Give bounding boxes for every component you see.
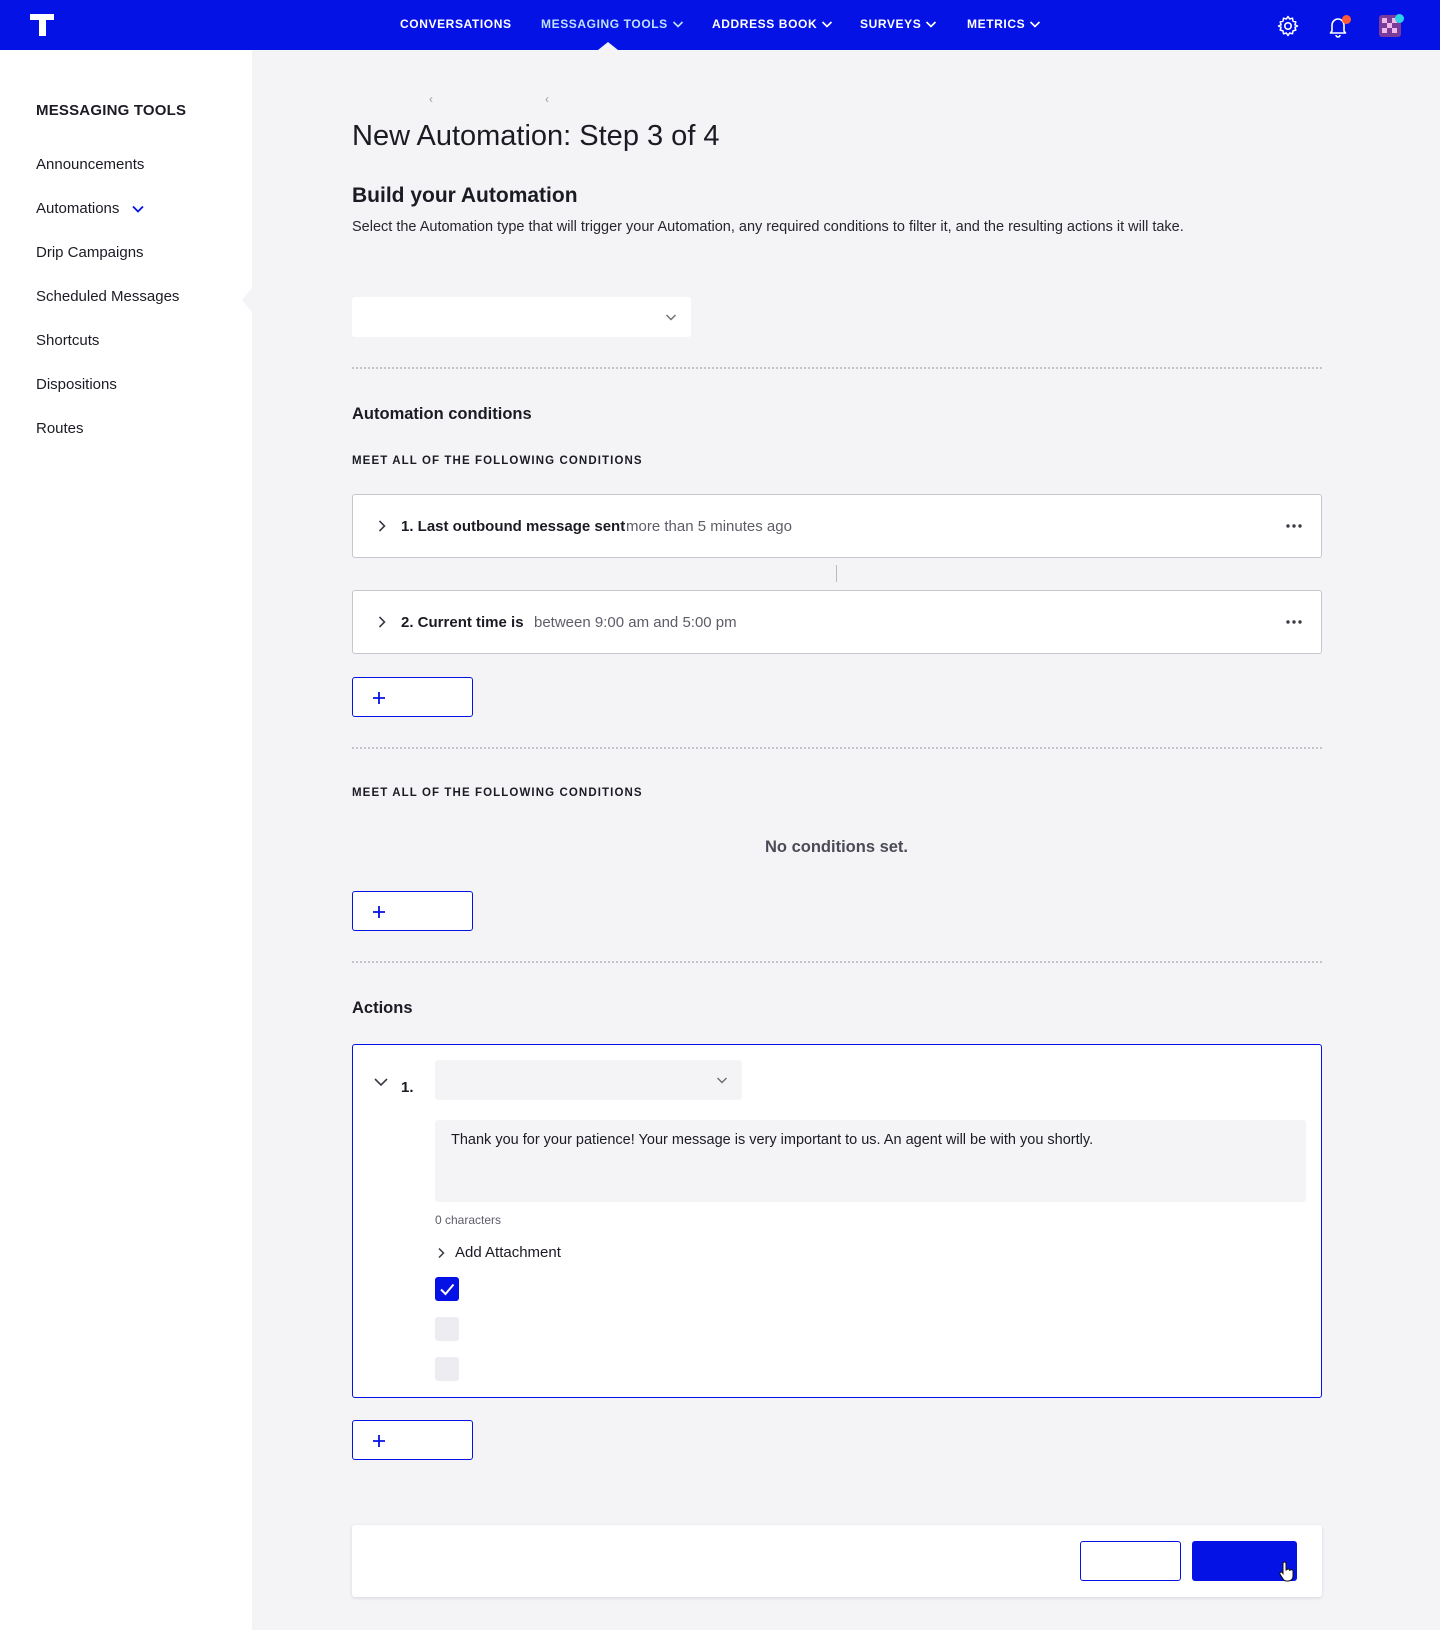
actions-heading: Actions: [352, 999, 413, 1017]
plus-icon: [373, 1435, 385, 1447]
divider: [352, 367, 1322, 369]
option-checkbox-checked[interactable]: [435, 1277, 459, 1301]
sidebar-item-label: Dispositions: [36, 376, 117, 393]
divider: [352, 961, 1322, 963]
chevron-down-icon: [717, 1077, 727, 1084]
active-nav-indicator: [598, 42, 618, 50]
divider: [352, 747, 1322, 749]
sidebar: MESSAGING TOOLS Announcements Automation…: [0, 50, 252, 1630]
gear-icon[interactable]: [1276, 14, 1300, 38]
conditions-group-eyebrow: MEET ALL OF THE FOLLOWING CONDITIONS: [352, 455, 643, 467]
nav-label: SURVEYS: [860, 17, 922, 31]
nav-label: ADDRESS BOOK: [712, 17, 818, 31]
action-type-select[interactable]: [435, 1060, 742, 1100]
trigger-type-select[interactable]: [352, 297, 691, 337]
sidebar-item-label: Scheduled Messages: [36, 288, 180, 305]
hand-cursor-icon: [1279, 1561, 1294, 1582]
sidebar-item-scheduled-messages[interactable]: Scheduled Messages: [36, 288, 179, 305]
nav-address-book[interactable]: ADDRESS BOOK: [712, 17, 833, 31]
option-checkbox[interactable]: [435, 1357, 459, 1381]
nav-metrics[interactable]: METRICS: [967, 17, 1041, 31]
status-dot: [1395, 14, 1404, 23]
chevron-down-icon[interactable]: [373, 1074, 389, 1090]
active-sidebar-indicator: [242, 288, 252, 312]
sidebar-item-dispositions[interactable]: Dispositions: [36, 376, 117, 393]
plus-icon: [373, 692, 385, 704]
more-options-icon[interactable]: [1285, 613, 1303, 631]
character-count: 0 characters: [435, 1213, 502, 1227]
sidebar-item-routes[interactable]: Routes: [36, 420, 84, 437]
footer-action-bar: [352, 1525, 1322, 1597]
top-navigation-bar: CONVERSATIONS MESSAGING TOOLS ADDRESS BO…: [0, 0, 1440, 50]
chevron-right-icon: [438, 1247, 445, 1258]
condition-value: more than 5 minutes ago: [626, 518, 792, 535]
section-title: Build your Automation: [352, 184, 578, 207]
sidebar-item-shortcuts[interactable]: Shortcuts: [36, 332, 99, 349]
breadcrumb-separator-icon: ‹: [545, 92, 549, 106]
nav-surveys[interactable]: SURVEYS: [860, 17, 937, 31]
chevron-right-icon[interactable]: [375, 615, 389, 629]
sidebar-item-label: Drip Campaigns: [36, 244, 144, 261]
nav-label: CONVERSATIONS: [400, 17, 512, 31]
back-button[interactable]: [1080, 1541, 1181, 1581]
empty-conditions-message: No conditions set.: [765, 838, 909, 856]
add-condition-button[interactable]: [352, 677, 473, 717]
action-card: 1. Thank you for your patience! Your mes…: [352, 1044, 1322, 1398]
condition-value: between 9:00 am and 5:00 pm: [534, 614, 737, 631]
sidebar-item-label: Automations: [36, 200, 120, 217]
condition-card[interactable]: 1. Last outbound message sent more than …: [352, 494, 1322, 558]
chevron-down-icon: [1030, 21, 1041, 28]
chevron-down-icon: [672, 21, 683, 28]
chevron-right-icon[interactable]: [375, 519, 389, 533]
add-action-button[interactable]: [352, 1420, 473, 1460]
condition-card[interactable]: 2. Current time is between 9:00 am and 5…: [352, 590, 1322, 654]
sidebar-item-automations[interactable]: Automations: [36, 200, 145, 217]
sidebar-title: MESSAGING TOOLS: [36, 102, 187, 119]
chevron-down-icon: [822, 21, 833, 28]
sidebar-item-label: Shortcuts: [36, 332, 100, 349]
nav-label: METRICS: [967, 17, 1026, 31]
option-checkbox[interactable]: [435, 1317, 459, 1341]
nav-messaging-tools[interactable]: MESSAGING TOOLS: [541, 17, 684, 31]
condition-name: 1. Last outbound message sent: [401, 518, 626, 535]
add-condition-button[interactable]: [352, 891, 473, 931]
condition-name: 2. Current time is: [401, 614, 524, 631]
message-textarea[interactable]: Thank you for your patience! Your messag…: [435, 1120, 1306, 1202]
checkmark-icon: [440, 1283, 455, 1296]
conditions-heading: Automation conditions: [352, 405, 532, 423]
add-attachment-label: Add Attachment: [455, 1244, 561, 1261]
chevron-down-icon[interactable]: [131, 202, 145, 216]
nav-label: MESSAGING TOOLS: [541, 17, 668, 31]
chevron-down-icon: [666, 314, 676, 321]
conditions-group-eyebrow: MEET ALL OF THE FOLLOWING CONDITIONS: [352, 787, 643, 799]
more-options-icon[interactable]: [1285, 517, 1303, 535]
notification-dot: [1342, 15, 1351, 24]
plus-icon: [373, 906, 385, 918]
action-number: 1.: [401, 1079, 414, 1096]
page-title: New Automation: Step 3 of 4: [352, 120, 720, 152]
chevron-down-icon: [926, 21, 937, 28]
sidebar-item-label: Announcements: [36, 156, 145, 173]
breadcrumb-separator-icon: ‹: [429, 92, 433, 106]
logo-icon[interactable]: [28, 12, 56, 38]
sidebar-item-drip-campaigns[interactable]: Drip Campaigns: [36, 244, 144, 261]
add-attachment-toggle[interactable]: Add Attachment: [435, 1244, 561, 1261]
nav-conversations[interactable]: CONVERSATIONS: [400, 17, 512, 31]
sidebar-item-label: Routes: [36, 420, 84, 437]
section-description: Select the Automation type that will tri…: [352, 219, 1184, 235]
sidebar-item-announcements[interactable]: Announcements: [36, 156, 144, 173]
condition-connector: [836, 565, 837, 582]
